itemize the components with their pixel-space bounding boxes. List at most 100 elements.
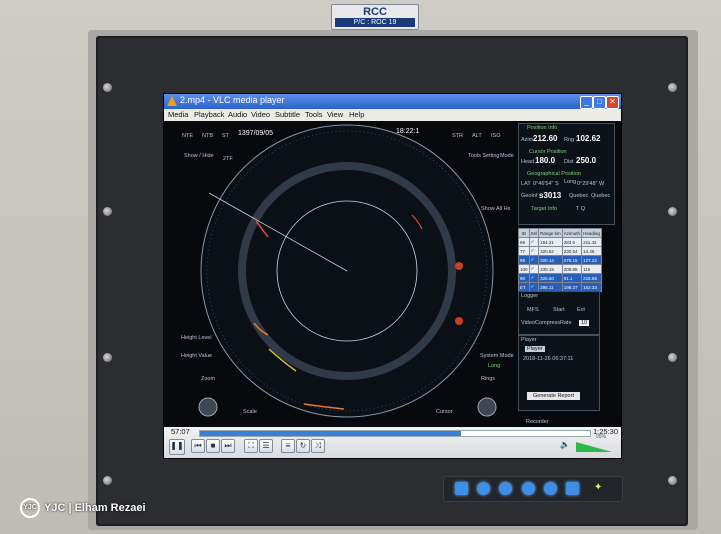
volume-fill	[576, 442, 612, 452]
elapsed-time: 57:07	[171, 427, 190, 436]
extended-icon[interactable]: ☰	[259, 439, 273, 453]
close-button[interactable]: ✕	[606, 96, 619, 109]
cell-checkbox[interactable]: ✓	[528, 264, 540, 274]
minimize-button[interactable]: _	[580, 96, 593, 109]
power-icon	[455, 317, 463, 325]
cell-checkbox[interactable]: ✓	[528, 237, 540, 247]
fullscreen-icon[interactable]: ⛶	[244, 439, 258, 453]
col-range: Range km	[538, 228, 563, 238]
video-compress-value[interactable]: 10	[579, 320, 590, 326]
generate-report-button[interactable]: Generate Report	[527, 392, 580, 400]
monitor-screen: 2.mp4 - VLC media player _ □ ✕ Media Pla…	[163, 93, 622, 459]
recorder-label: Recorder	[526, 419, 549, 425]
cell: 88	[518, 237, 530, 247]
cell-checkbox[interactable]: ✓	[528, 273, 540, 283]
playlist-icon[interactable]: ≡	[281, 439, 295, 453]
alt-button[interactable]: ALT	[472, 133, 482, 139]
zoom-label: Zoom	[201, 376, 216, 382]
cell: 215.68	[581, 273, 602, 283]
dist-label: Dist	[564, 159, 574, 165]
col-heading: Heading	[581, 228, 602, 238]
keypad-button[interactable]	[477, 482, 490, 495]
next-icon[interactable]: ⏭	[221, 439, 235, 453]
keypad-button[interactable]	[499, 482, 512, 495]
table-row[interactable]: 88 ✓ 154.21 283.6 211.42	[518, 237, 602, 247]
system-mode-label: System Mode	[480, 353, 514, 359]
table-row[interactable]: 77 ✓ 320.52 230.54 14.46	[518, 246, 602, 256]
vlc-controls: 57:07 1:25:30 ❚❚ ⏮ ■ ⏭ ⛶ ☰ ≡ ↻ ⤨ 🔈 95%	[164, 427, 621, 458]
cell-checkbox[interactable]: ✓	[528, 255, 540, 265]
cell: 326.50	[538, 273, 563, 283]
position-info-header: Position Info	[527, 125, 558, 131]
video-compress-label: VideoCompressRate	[521, 320, 572, 326]
table-row[interactable]: 99 ✓ 320.14 279.15 127.22	[518, 255, 602, 265]
logger-option-mfs[interactable]: MFS	[527, 307, 539, 313]
seek-fill	[200, 431, 462, 436]
table-row[interactable]: 100 ✓ 230.15 208.85 115	[518, 264, 602, 274]
screw-icon	[103, 353, 112, 362]
screw-icon	[103, 83, 112, 92]
nte-button[interactable]: NTE	[182, 133, 193, 139]
rings-label: Rings	[481, 376, 496, 382]
maximize-button[interactable]: □	[593, 96, 606, 109]
menu-view[interactable]: View	[327, 110, 343, 119]
cell: 230.15	[538, 264, 563, 274]
logger-header: Logger	[521, 293, 539, 299]
system-mode-value: Long	[488, 363, 501, 369]
st-button[interactable]: ST	[222, 133, 229, 139]
shuffle-icon[interactable]: ⤨	[311, 439, 325, 453]
menu-media[interactable]: Media	[168, 110, 188, 119]
menu-playback[interactable]: Playback	[194, 110, 224, 119]
show-all-label[interactable]: Show All Hs	[481, 206, 510, 212]
window-titlebar: 2.mp4 - VLC media player _ □ ✕	[164, 94, 621, 109]
menu-video[interactable]: Video	[251, 110, 270, 119]
video-content: 1397/09/05 18:22:1 NTE NTB ST STR ALT IS…	[164, 121, 621, 427]
target-info-header: Target Info	[531, 206, 557, 212]
geoinfo-extra-1: Quebec	[569, 193, 589, 199]
screw-icon	[668, 83, 677, 92]
seek-bar[interactable]	[199, 430, 591, 437]
logger-option-start[interactable]: Start	[553, 307, 565, 313]
cell: 14.46	[581, 246, 602, 256]
stop-icon[interactable]: ■	[206, 439, 220, 453]
table-row[interactable]: 90 ✓ 326.50 91.1 215.68	[518, 273, 602, 283]
keypad-button[interactable]	[544, 482, 557, 495]
cell: 230.54	[561, 246, 583, 256]
menu-subtitle[interactable]: Subtitle	[275, 110, 300, 119]
nameplate-subtitle: P/C : ROC 19	[335, 18, 415, 27]
str-button[interactable]: STR	[452, 133, 463, 139]
credit-text: YJC | Elham Rezaei	[44, 501, 146, 514]
speaker-icon[interactable]: 🔈	[559, 439, 571, 451]
mode-label: Mode	[500, 153, 514, 159]
rings-knob	[477, 397, 497, 417]
logger-option-ext[interactable]: Ext	[577, 307, 585, 313]
iso-button[interactable]: ISO	[491, 133, 500, 139]
target-table: ID Sel Range km Azimuth Heading 88 ✓ 154…	[518, 228, 602, 292]
player-header: Player	[521, 337, 537, 343]
geoinfo-value: s3013	[539, 191, 562, 200]
menu-audio[interactable]: Audio	[228, 110, 247, 119]
target-table-header: ID Sel Range km Azimuth Heading	[518, 228, 602, 238]
keypad-button[interactable]	[522, 482, 535, 495]
height-value-label: Height Value	[181, 353, 213, 359]
menu-help[interactable]: Help	[349, 110, 364, 119]
prev-icon[interactable]: ⏮	[191, 439, 205, 453]
ntb-button[interactable]: NTB	[202, 133, 213, 139]
keypad-button[interactable]	[455, 482, 468, 495]
menu-tools[interactable]: Tools	[305, 110, 323, 119]
volume-slider[interactable]: 95%	[576, 434, 614, 452]
loop-icon[interactable]: ↻	[296, 439, 310, 453]
geoinfo-label: GeoInf	[521, 193, 538, 199]
zoom-knob	[198, 397, 218, 417]
cell-checkbox[interactable]: ✓	[528, 246, 540, 256]
ring-mark-button[interactable]: 2TF	[223, 156, 233, 162]
screw-icon	[668, 476, 677, 485]
keypad-button[interactable]	[566, 482, 579, 495]
rng-label: Rng	[564, 137, 575, 143]
pause-icon[interactable]: ❚❚	[169, 439, 185, 455]
radar-clock: 18:22:1	[396, 128, 420, 135]
cell: 283.6	[561, 237, 583, 247]
rng-value: 102.62	[576, 134, 601, 143]
col-id: ID	[518, 228, 530, 238]
long-value: 0°29'48" W	[577, 181, 605, 187]
